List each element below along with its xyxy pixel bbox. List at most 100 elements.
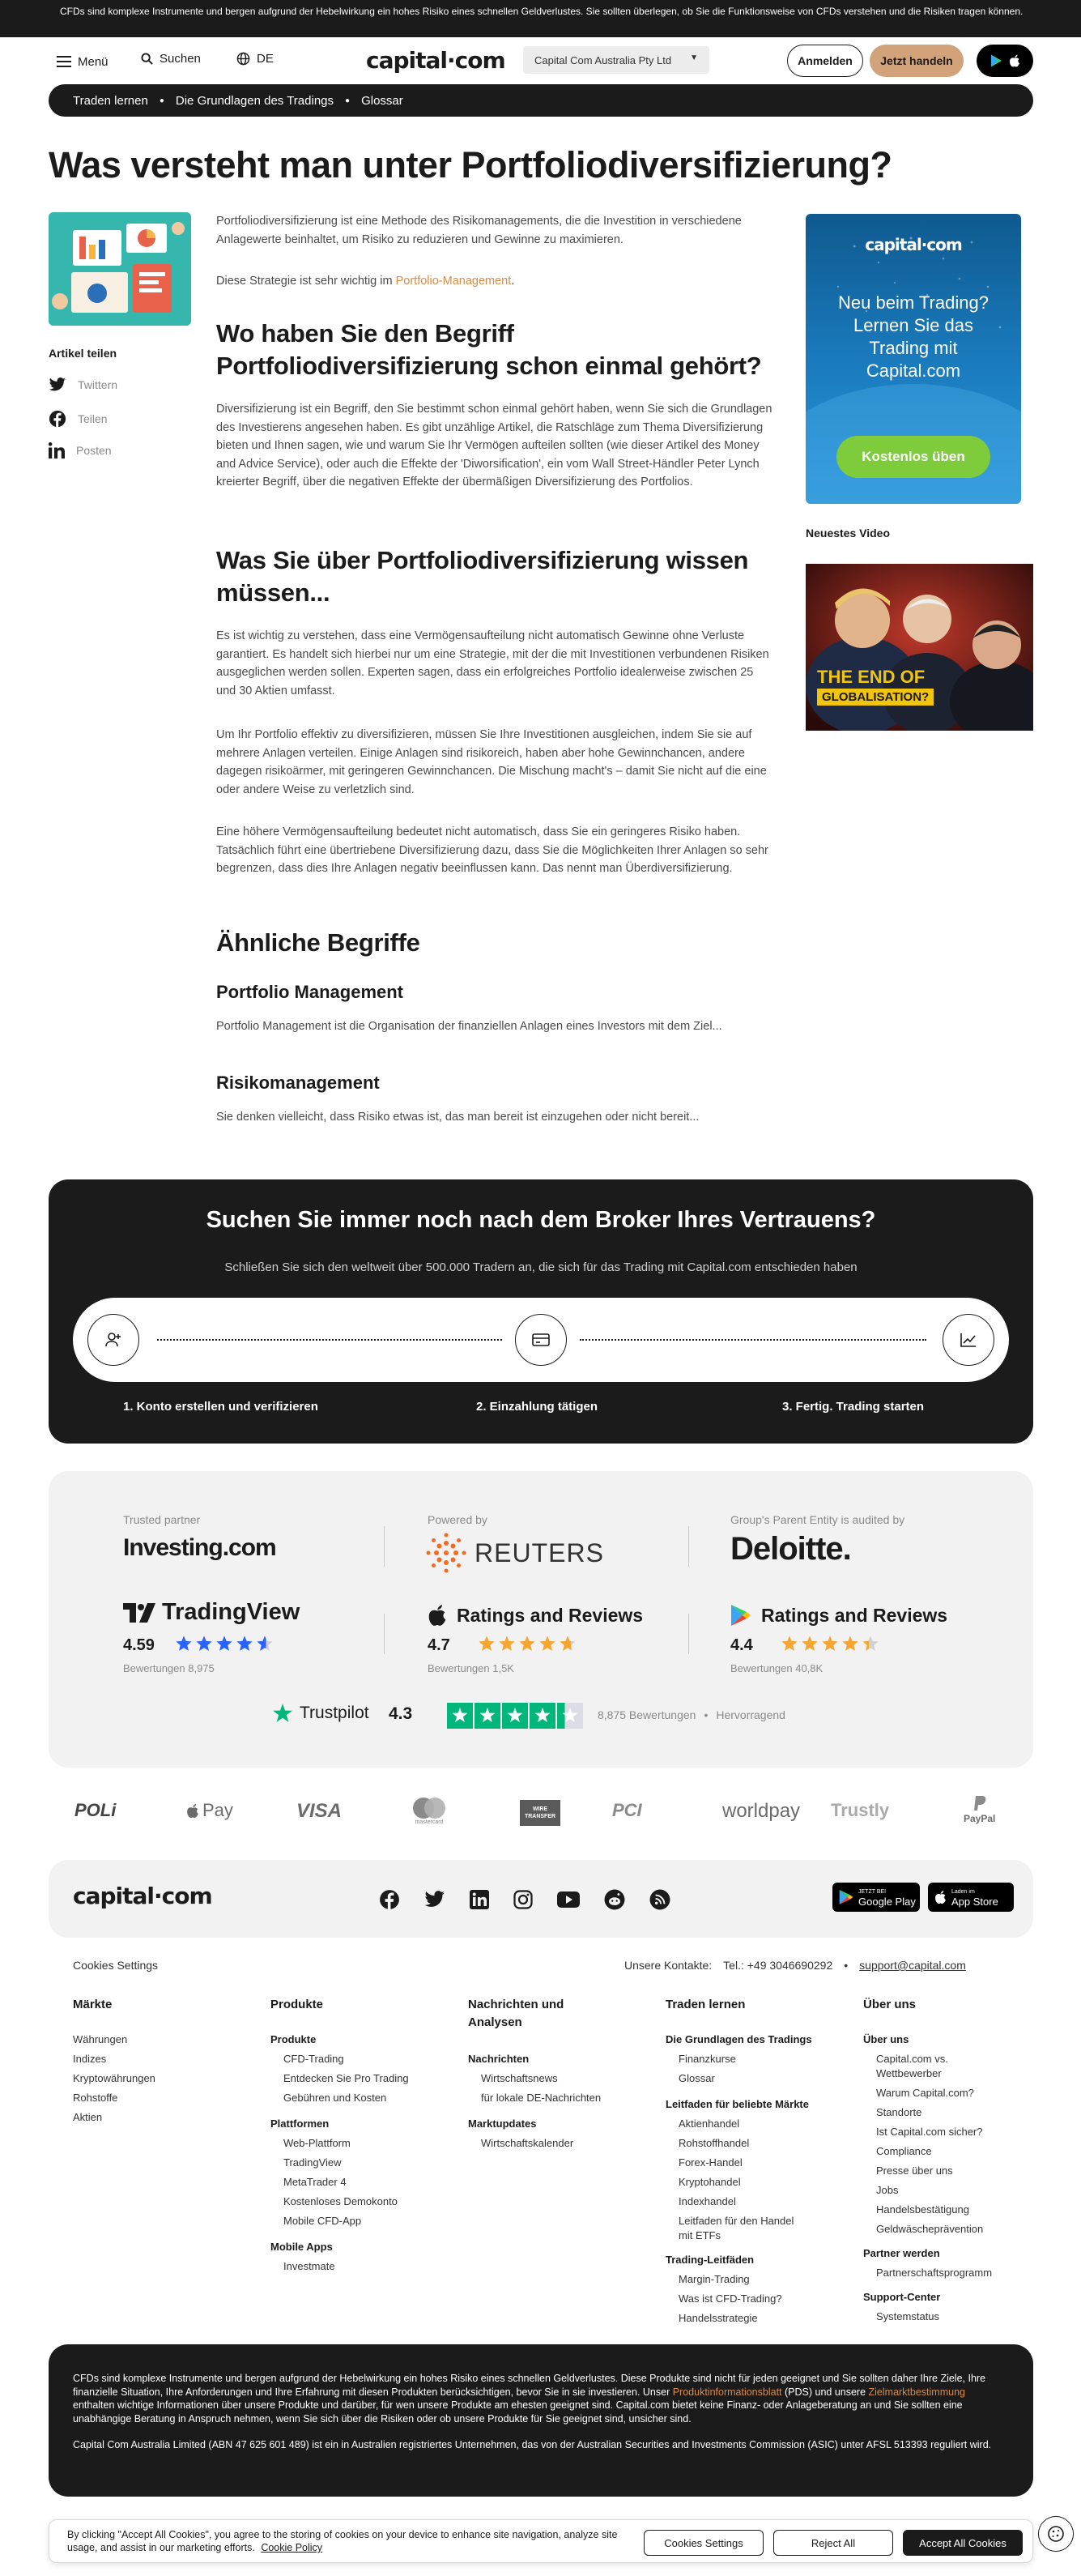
footer-subheading[interactable]: Partner werden bbox=[863, 2247, 940, 2259]
related-term-title[interactable]: Portfolio Management bbox=[216, 982, 403, 1003]
star-icon bbox=[236, 1636, 253, 1651]
portfolio-management-link[interactable]: Portfolio-Management bbox=[396, 275, 512, 288]
footer-link[interactable]: Wirtschaftskalender bbox=[481, 2137, 573, 2149]
footer-link[interactable]: Währungen bbox=[73, 2033, 127, 2045]
reddit-icon[interactable] bbox=[604, 1889, 625, 1910]
cookie-preferences-button[interactable] bbox=[1038, 2516, 1074, 2552]
footer-link[interactable]: Entdecken Sie Pro Trading bbox=[283, 2072, 409, 2084]
linkedin-icon[interactable] bbox=[470, 1890, 489, 1909]
deposit-step-button[interactable] bbox=[515, 1314, 567, 1366]
practice-free-button[interactable]: Kostenlos üben bbox=[836, 436, 990, 478]
related-term-title[interactable]: Risikomanagement bbox=[216, 1073, 380, 1094]
footer-link[interactable]: Ist Capital.com sicher? bbox=[876, 2126, 983, 2138]
footer-link[interactable]: Kryptohandel bbox=[679, 2176, 741, 2188]
footer-link[interactable]: Compliance bbox=[876, 2145, 932, 2157]
language-selector[interactable]: DE bbox=[236, 52, 274, 66]
footer-subheading[interactable]: Plattformen bbox=[270, 2118, 329, 2130]
footer-link[interactable]: Aktienhandel bbox=[679, 2118, 739, 2130]
footer-link[interactable]: Systemstatus bbox=[876, 2310, 939, 2322]
instagram-icon[interactable] bbox=[513, 1890, 533, 1909]
footer-link[interactable]: Handelsstrategie bbox=[679, 2312, 758, 2324]
footer-link[interactable]: Warum Capital.com? bbox=[876, 2087, 974, 2099]
footer-link[interactable]: TradingView bbox=[283, 2156, 342, 2169]
trustpilot-logo[interactable]: Trustpilot bbox=[272, 1703, 369, 1724]
footer-link[interactable]: Rohstoffhandel bbox=[679, 2137, 749, 2149]
footer-subheading[interactable]: Über uns bbox=[863, 2033, 909, 2045]
footer-link[interactable]: für lokale DE-Nachrichten bbox=[481, 2092, 601, 2104]
footer-subheading[interactable]: Die Grundlagen des Tradings bbox=[666, 2033, 812, 2045]
footer-link[interactable]: Jobs bbox=[876, 2184, 898, 2196]
breadcrumb-item-glossar[interactable]: Glossar bbox=[361, 94, 403, 108]
step-label: 2. Einzahlung tätigen bbox=[476, 1400, 598, 1414]
reject-all-button[interactable]: Reject All bbox=[773, 2530, 893, 2556]
rss-icon[interactable] bbox=[649, 1889, 670, 1910]
footer-link[interactable]: CFD-Trading bbox=[283, 2053, 344, 2065]
divider bbox=[384, 1526, 385, 1567]
footer-link[interactable]: Standorte bbox=[876, 2106, 921, 2118]
share-facebook-link[interactable]: Teilen bbox=[49, 410, 108, 428]
facebook-icon[interactable] bbox=[379, 1889, 400, 1910]
create-account-step-button[interactable] bbox=[87, 1314, 139, 1366]
app-download-button[interactable] bbox=[977, 45, 1033, 77]
pds-link[interactable]: Produktinformationsblatt bbox=[673, 2386, 782, 2398]
footer-link[interactable]: Forex-Handel bbox=[679, 2156, 743, 2169]
footer-subheading[interactable]: Marktupdates bbox=[468, 2118, 537, 2130]
footer-link[interactable]: Was ist CFD-Trading? bbox=[679, 2292, 782, 2305]
share-linkedin-link[interactable]: Posten bbox=[49, 442, 112, 458]
entity-select[interactable]: Capital Com Australia Pty Ltd ▼ bbox=[523, 46, 709, 74]
footer-subheading[interactable]: Trading-Leitfäden bbox=[666, 2254, 754, 2266]
footer-link[interactable]: Aktien bbox=[73, 2111, 102, 2123]
footer-link[interactable]: Presse über uns bbox=[876, 2164, 953, 2177]
email-link[interactable]: support@capital.com bbox=[859, 1959, 966, 1972]
footer-link[interactable]: Finanzkurse bbox=[679, 2053, 736, 2065]
footer-subheading[interactable]: Nachrichten bbox=[468, 2053, 529, 2065]
footer-link[interactable]: Web-Plattform bbox=[283, 2137, 351, 2149]
google-play-badge[interactable]: JETZT BEI Google Play bbox=[832, 1883, 920, 1912]
breadcrumb-item-traden-lernen[interactable]: Traden lernen bbox=[73, 94, 148, 108]
footer-link[interactable]: Handelsbestätigung bbox=[876, 2203, 969, 2216]
tmd-link[interactable]: Zielmarktbestimmung bbox=[869, 2386, 965, 2398]
trustpilot-star-box bbox=[502, 1703, 528, 1729]
trade-now-button[interactable]: Jetzt handeln bbox=[870, 45, 964, 77]
footer-link[interactable]: Wirtschaftsnews bbox=[481, 2072, 558, 2084]
footer-cookies-settings-link[interactable]: Cookies Settings bbox=[73, 1959, 158, 1972]
footer-link[interactable]: Geldwäscheprävention bbox=[876, 2223, 983, 2235]
breadcrumb-item-grundlagen[interactable]: Die Grundlagen des Tradings bbox=[176, 94, 334, 108]
phone-link[interactable]: Tel.: +49 3046690292 bbox=[723, 1959, 832, 1972]
menu-button[interactable]: Menü bbox=[57, 52, 109, 71]
footer-subheading[interactable]: Support-Center bbox=[863, 2291, 940, 2303]
footer-link[interactable]: Gebühren und Kosten bbox=[283, 2092, 386, 2104]
share-twitter-link[interactable]: Twittern bbox=[49, 377, 117, 392]
footer-link[interactable]: Kryptowährungen bbox=[73, 2072, 155, 2084]
latest-video-thumbnail[interactable]: THE END OF GLOBALISATION? bbox=[806, 564, 1033, 731]
search-button[interactable]: Suchen bbox=[141, 52, 201, 66]
youtube-icon[interactable] bbox=[557, 1891, 580, 1908]
footer-link[interactable]: Investmate bbox=[283, 2260, 335, 2272]
footer-link[interactable]: Mobile CFD-App bbox=[283, 2215, 361, 2227]
footer-link[interactable]: mit ETFs bbox=[679, 2229, 721, 2241]
footer-subheading[interactable]: Produkte bbox=[270, 2033, 316, 2045]
footer-subheading[interactable]: Mobile Apps bbox=[270, 2241, 333, 2253]
cookie-policy-link[interactable]: Cookie Policy bbox=[261, 2542, 322, 2553]
footer-link[interactable]: Capital.com vs. bbox=[876, 2053, 948, 2065]
cookie-settings-button[interactable]: Cookies Settings bbox=[644, 2530, 764, 2556]
tradingview-logo: TradingView bbox=[123, 1599, 300, 1626]
footer-link[interactable]: Partnerschaftsprogramm bbox=[876, 2267, 992, 2279]
start-trading-step-button[interactable] bbox=[943, 1314, 994, 1366]
footer-link[interactable]: MetaTrader 4 bbox=[283, 2176, 347, 2188]
footer-link[interactable]: Kostenloses Demokonto bbox=[283, 2195, 398, 2207]
twitter-icon[interactable] bbox=[424, 1891, 445, 1909]
footer-link[interactable]: Margin-Trading bbox=[679, 2273, 750, 2285]
footer-link[interactable]: Indizes bbox=[73, 2053, 106, 2065]
app-store-badge[interactable]: Laden im App Store bbox=[928, 1883, 1014, 1912]
capital-logo[interactable]: capital·com bbox=[366, 47, 506, 74]
footer-link[interactable]: Indexhandel bbox=[679, 2195, 736, 2207]
footer-logo[interactable]: capital·com bbox=[73, 1883, 213, 1909]
accept-all-button[interactable]: Accept All Cookies bbox=[903, 2530, 1023, 2556]
footer-link[interactable]: Wettbewerber bbox=[876, 2067, 942, 2079]
footer-link[interactable]: Glossar bbox=[679, 2072, 715, 2084]
footer-link[interactable]: Leitfaden für den Handel bbox=[679, 2215, 794, 2227]
footer-subheading[interactable]: Leitfaden für beliebte Märkte bbox=[666, 2098, 809, 2110]
login-button[interactable]: Anmelden bbox=[787, 45, 863, 77]
footer-link[interactable]: Rohstoffe bbox=[73, 2092, 117, 2104]
